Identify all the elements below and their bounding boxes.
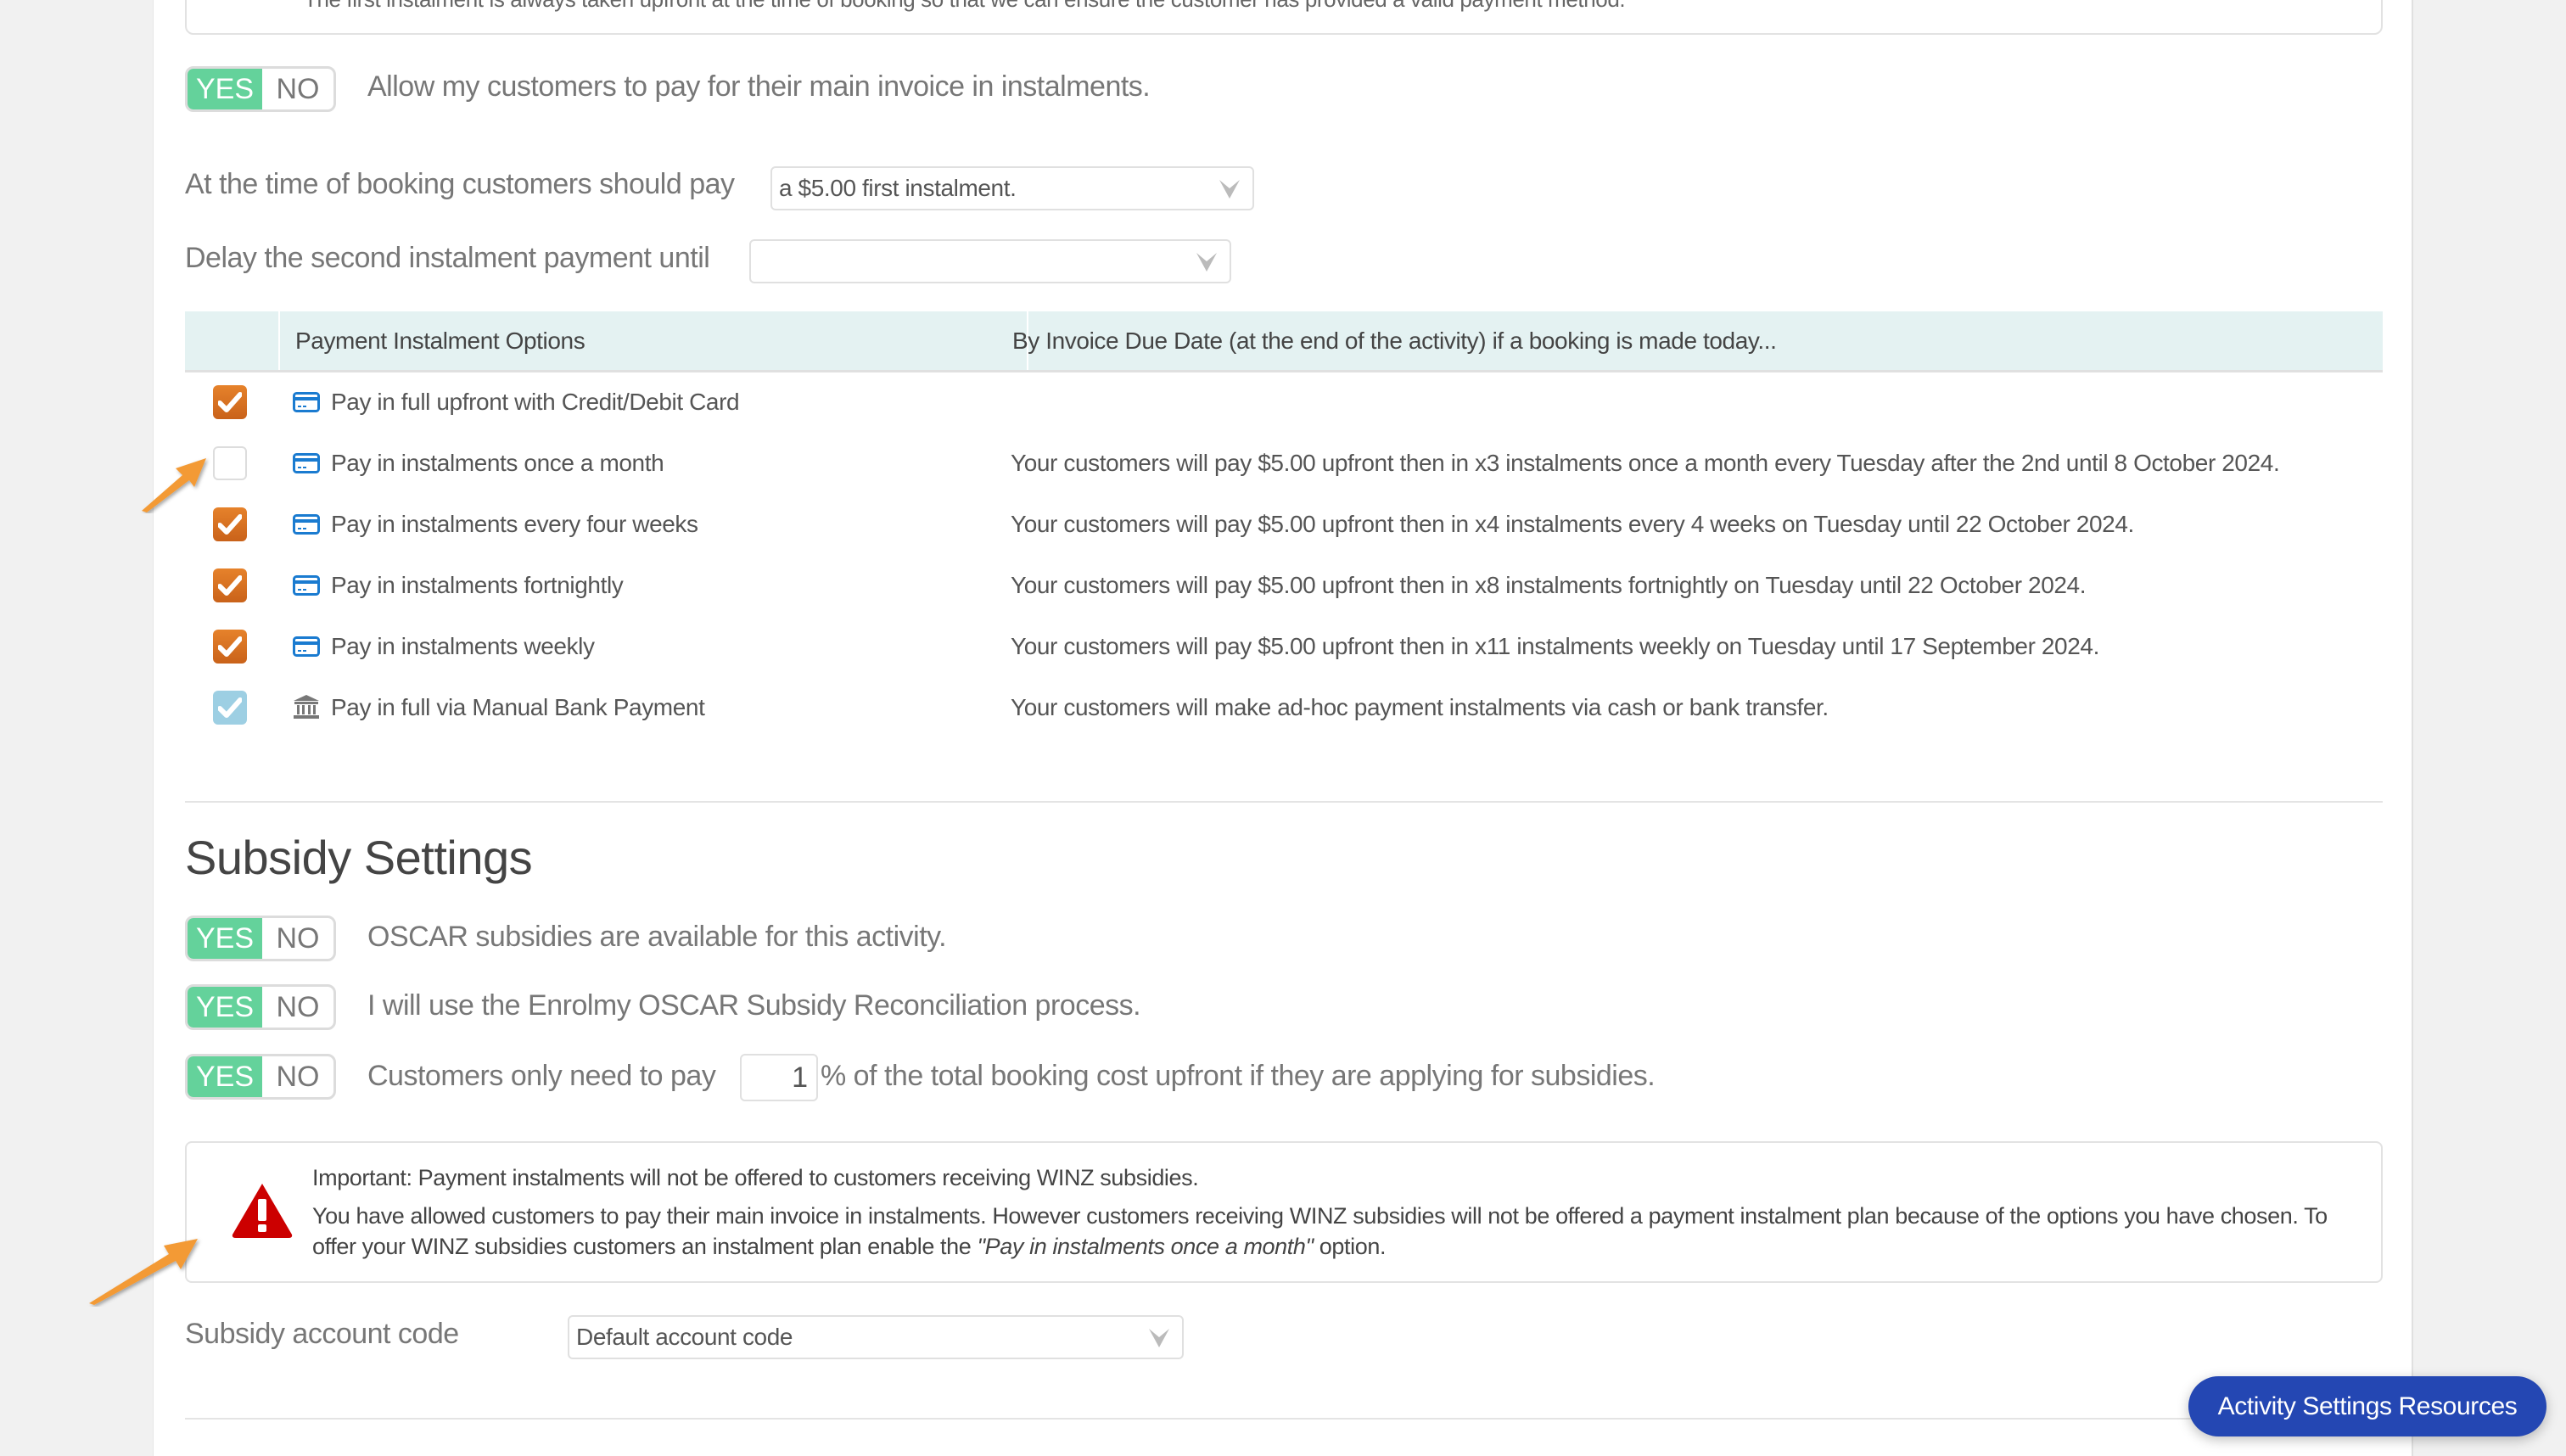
subsidy-account-code-value: Default account code [576, 1324, 793, 1350]
credit-card-icon [293, 453, 320, 473]
instalment-option-row: Pay in instalments weekly Your customers … [185, 616, 2383, 677]
option-description: Your customers will pay $5.00 upfront th… [1011, 450, 2280, 476]
booking-pay-value: a $5.00 first instalment. [779, 175, 1017, 201]
checkmark-icon [218, 575, 242, 596]
toggle-no-option[interactable]: NO [262, 918, 333, 959]
warning-body-tail: option. [1313, 1234, 1387, 1259]
credit-card-icon [293, 514, 320, 535]
bank-icon [293, 694, 320, 724]
option-label: Pay in instalments fortnightly [331, 572, 624, 598]
instalment-option-row: Pay in full via Manual Bank Payment Your … [185, 677, 2383, 738]
header-due-date-label: By Invoice Due Date (at the end of the a… [1012, 328, 1777, 354]
toggle-yes-option[interactable]: YES [188, 1056, 262, 1097]
header-options-label: Payment Instalment Options [295, 328, 585, 354]
instalment-table-header: Payment Instalment Options By Invoice Du… [185, 311, 2383, 372]
checkmark-icon [218, 514, 242, 535]
oscar-available-toggle[interactable]: YES NO [185, 916, 336, 961]
credit-card-icon [293, 575, 320, 600]
winz-warning-box: Important: Payment instalments will not … [185, 1141, 2383, 1283]
checkmark-icon [218, 392, 242, 412]
warning-triangle-icon [232, 1184, 293, 1238]
section-divider [185, 801, 2383, 803]
annotation-arrow-icon [142, 458, 206, 512]
toggle-yes-option[interactable]: YES [188, 69, 262, 109]
credit-card-icon [293, 636, 320, 657]
info-note-card: The first instalment is always taken upf… [185, 0, 2383, 35]
warning-body: You have allowed customers to pay their … [312, 1201, 2366, 1262]
subsidy-account-code-label: Subsidy account code [185, 1318, 459, 1350]
subsidy-settings-heading: Subsidy Settings [185, 831, 533, 884]
warning-body-emphasis: "Pay in instalments once a month" [977, 1234, 1314, 1259]
warning-title: Important: Payment instalments will not … [312, 1165, 1199, 1190]
instalment-option-row: Pay in instalments fortnightly Your custo… [185, 555, 2383, 616]
option-description: Your customers will pay $5.00 upfront th… [1011, 572, 2087, 598]
option-label: Pay in instalments weekly [331, 633, 595, 659]
bank-icon [294, 695, 319, 719]
credit-card-icon [293, 636, 320, 661]
booking-pay-label: At the time of booking customers should … [185, 168, 735, 200]
oscar-reconciliation-label: I will use the Enrolmy OSCAR Subsidy Rec… [367, 989, 1141, 1022]
credit-card-icon [293, 575, 320, 596]
toggle-no-option[interactable]: NO [262, 1056, 333, 1097]
instalment-option-row: Pay in instalments every four weeks Your … [185, 494, 2383, 555]
chevron-down-icon [1149, 1329, 1169, 1347]
option-checkbox[interactable] [213, 691, 247, 725]
upfront-percent-toggle[interactable]: YES NO [185, 1054, 336, 1100]
credit-card-icon [293, 514, 320, 539]
allow-instalments-toggle[interactable]: YES NO [185, 66, 336, 112]
toggle-no-option[interactable]: NO [262, 69, 333, 109]
main-panel: The first instalment is always taken upf… [89, 0, 2413, 1456]
allow-instalments-label: Allow my customers to pay for their main… [367, 70, 1151, 103]
option-label: Pay in full upfront with Credit/Debit Ca… [331, 389, 740, 415]
upfront-percent-input[interactable]: 1 [740, 1054, 818, 1101]
option-description: Your customers will pay $5.00 upfront th… [1011, 511, 2134, 537]
checkmark-icon [218, 636, 242, 657]
header-options-col: Payment Instalment Options [280, 311, 1028, 370]
option-checkbox[interactable] [213, 630, 247, 664]
instalment-option-row: Pay in full upfront with Credit/Debit Ca… [185, 372, 2383, 433]
option-label: Pay in instalments once a month [331, 450, 664, 476]
checkmark-icon [218, 697, 242, 718]
subsidy-account-code-select[interactable]: Default account code [568, 1315, 1184, 1359]
upfront-percent-label-after: % of the total booking cost upfront if t… [821, 1060, 1656, 1092]
option-label: Pay in full via Manual Bank Payment [331, 694, 705, 720]
chevron-down-icon [1196, 253, 1217, 272]
booking-pay-select[interactable]: a $5.00 first instalment. [770, 166, 1254, 210]
toggle-yes-option[interactable]: YES [188, 987, 262, 1028]
section-divider [185, 1418, 2383, 1420]
annotation-arrow-icon [89, 1239, 198, 1305]
credit-card-icon [293, 392, 320, 412]
credit-card-icon [293, 453, 320, 478]
option-checkbox[interactable] [213, 568, 247, 602]
option-checkbox[interactable] [213, 385, 247, 419]
option-checkbox[interactable] [213, 507, 247, 541]
toggle-no-option[interactable]: NO [262, 987, 333, 1028]
option-description: Your customers will pay $5.00 upfront th… [1011, 633, 2099, 659]
option-checkbox[interactable] [213, 446, 247, 480]
header-checkbox-col [185, 311, 280, 370]
activity-settings-resources-button[interactable]: Activity Settings Resources [2188, 1376, 2546, 1436]
info-note-text: The first instalment is always taken upf… [304, 0, 1626, 13]
upfront-percent-label-before: Customers only need to pay [367, 1060, 716, 1092]
chevron-down-icon [1219, 180, 1240, 199]
delay-select[interactable] [749, 239, 1231, 283]
instalment-option-row: Pay in instalments once a month Your cust… [185, 433, 2383, 494]
toggle-yes-option[interactable]: YES [188, 918, 262, 959]
oscar-available-label: OSCAR subsidies are available for this a… [367, 921, 947, 953]
credit-card-icon [293, 392, 320, 417]
option-description: Your customers will make ad-hoc payment … [1011, 694, 1829, 720]
oscar-reconciliation-toggle[interactable]: YES NO [185, 984, 336, 1030]
option-label: Pay in instalments every four weeks [331, 511, 698, 537]
delay-label: Delay the second instalment payment unti… [185, 242, 710, 274]
